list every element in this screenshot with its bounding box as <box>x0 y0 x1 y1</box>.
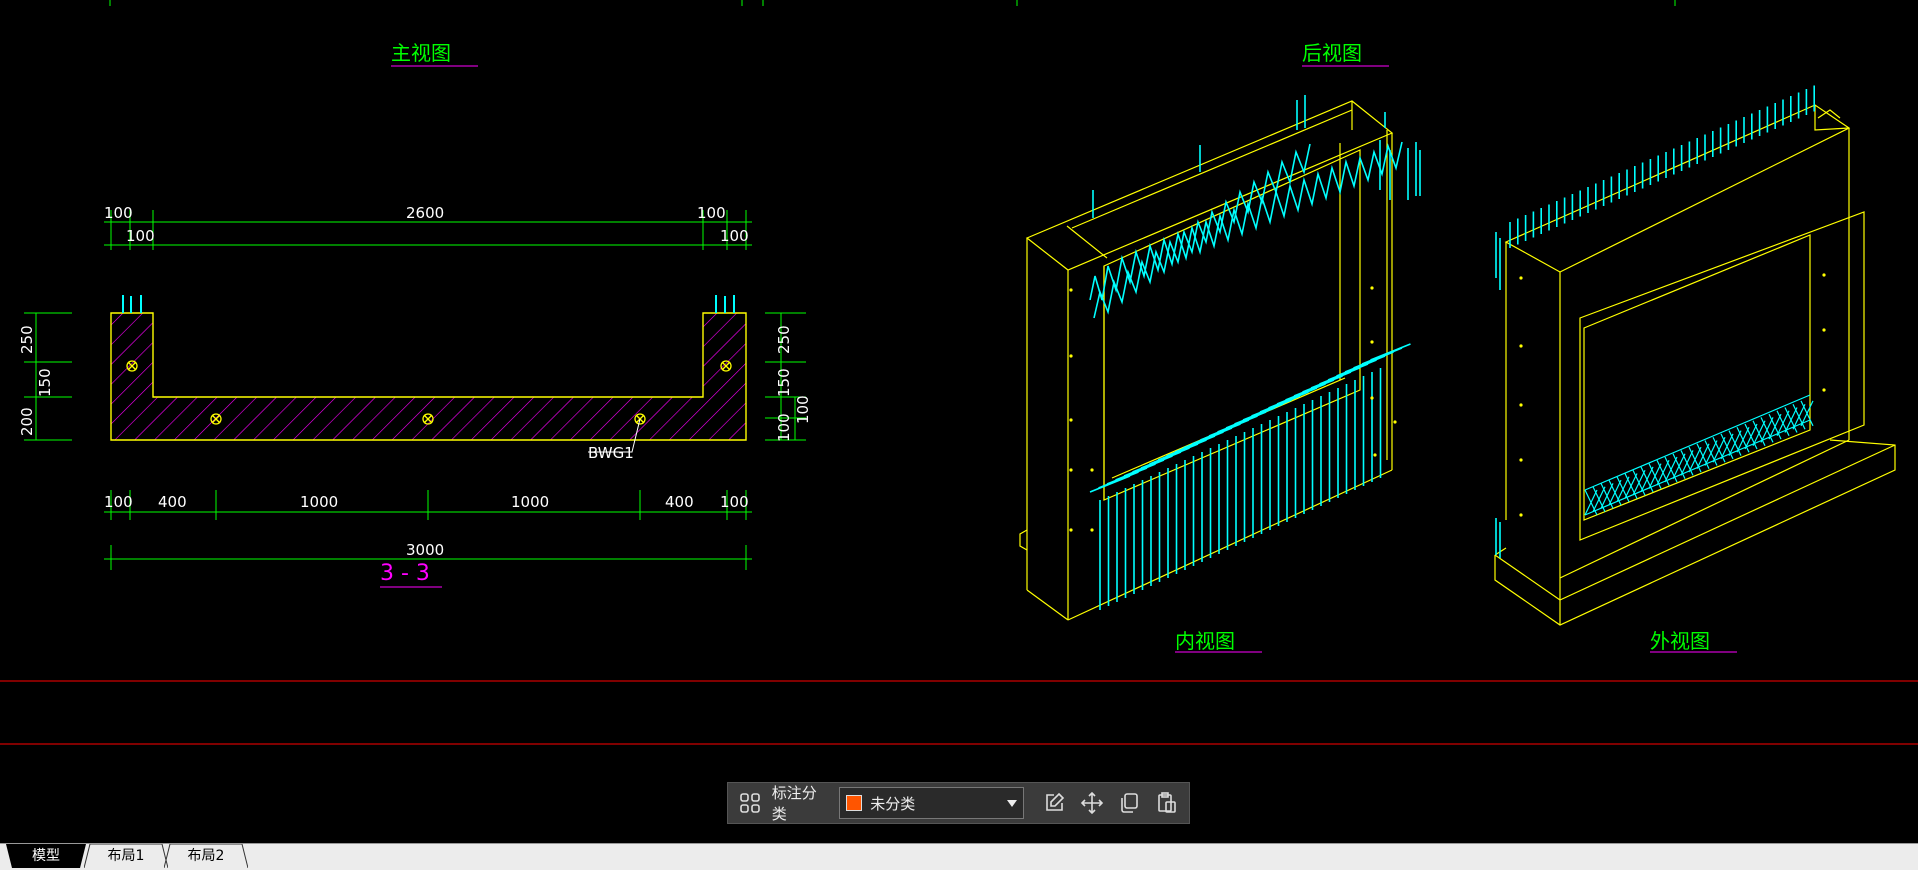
dim-left-a: 250 <box>18 325 36 354</box>
u-channel-section <box>110 312 747 441</box>
chevron-down-icon <box>1006 799 1017 807</box>
viewport-ticks <box>109 0 1676 6</box>
dim-right-c: 100 <box>775 413 793 442</box>
dim-bottom-f: 100 <box>720 493 749 511</box>
tab-model[interactable]: 模型 <box>6 844 86 868</box>
outer-top-rebars <box>1509 85 1815 248</box>
rebar-stubs <box>122 295 735 313</box>
dim-left-c: 200 <box>18 407 36 436</box>
dim-right-b: 150 <box>775 368 793 397</box>
grid-icon[interactable] <box>734 787 766 819</box>
category-label: 标注分类 <box>771 784 817 823</box>
front-view-title: 主视图 <box>391 41 451 65</box>
dim-top-d: 100 <box>720 227 749 245</box>
section-view[interactable]: 主视图 BWG1 100 100 2600 100 100 250 150 20… <box>18 41 812 588</box>
dim-total: 3000 <box>406 541 444 559</box>
bottom-rebars <box>1089 343 1411 610</box>
move-icon[interactable] <box>1076 787 1108 819</box>
dim-top-mid: 2600 <box>406 204 444 222</box>
back-view-title: 后视图 <box>1302 41 1362 65</box>
inner-view-title: 内视图 <box>1175 629 1235 653</box>
top-stirrups <box>1089 141 1403 319</box>
dim-top-c: 100 <box>697 204 726 222</box>
copy-icon[interactable] <box>1113 787 1145 819</box>
dim-left-b: 150 <box>36 368 54 397</box>
dim-bottom-a: 100 <box>104 493 133 511</box>
dim-bottom-d: 1000 <box>511 493 549 511</box>
dim-top-b: 100 <box>126 227 155 245</box>
tab-layout2[interactable]: 布局2 <box>164 844 248 868</box>
category-color-swatch <box>846 795 863 811</box>
dim-bottom-b: 400 <box>158 493 187 511</box>
rebar-label: BWG1 <box>588 444 634 462</box>
edit-icon[interactable] <box>1038 787 1070 819</box>
layout-tabbar: 模型 布局1 布局2 <box>0 843 1918 870</box>
tab-layout1[interactable]: 布局1 <box>84 844 168 868</box>
paste-icon[interactable] <box>1151 787 1183 819</box>
dim-right-d: 100 <box>794 395 812 424</box>
dim-right-a: 250 <box>775 325 793 354</box>
dim-bottom-c: 1000 <box>300 493 338 511</box>
inner-view[interactable]: 后视图 内视图 <box>1019 41 1421 653</box>
rebar-circles <box>126 360 732 425</box>
annotation-toolbar: 标注分类 未分类 <box>727 782 1190 824</box>
section-title: 3 - 3 <box>380 561 430 586</box>
dim-top-a: 100 <box>104 204 133 222</box>
category-select[interactable]: 未分类 <box>839 787 1024 819</box>
category-select-value: 未分类 <box>870 794 916 813</box>
outer-view[interactable]: 外视图 <box>1494 85 1896 654</box>
dim-bottom-e: 400 <box>665 493 694 511</box>
drawing-canvas[interactable]: 主视图 BWG1 100 100 2600 100 100 250 150 20… <box>0 0 1918 869</box>
outer-mesh <box>1584 394 1814 516</box>
outer-view-title: 外视图 <box>1650 629 1710 653</box>
